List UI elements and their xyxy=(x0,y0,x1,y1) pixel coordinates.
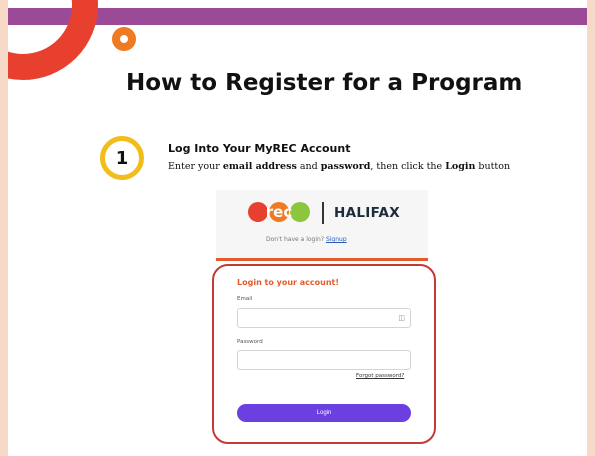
page-title: How to Register for a Program xyxy=(126,70,523,96)
login-heading: Login to your account! xyxy=(237,278,340,287)
forgot-password-link[interactable]: Forgot password? xyxy=(356,373,404,379)
step-description: Enter your email address and password, t… xyxy=(168,161,511,172)
decorative-arc xyxy=(8,0,98,80)
step-title: Log Into Your MyREC Account xyxy=(168,142,351,155)
login-button[interactable]: Login xyxy=(237,404,411,422)
password-label: Password xyxy=(237,339,263,345)
halifax-brand: HALIFAX xyxy=(334,205,401,221)
step-number-badge: 1 xyxy=(100,136,144,180)
rec-logo-icon: rec xyxy=(248,202,310,222)
step-number: 1 xyxy=(115,147,129,169)
email-field[interactable]: ◫ xyxy=(237,308,411,328)
password-field[interactable] xyxy=(237,350,411,370)
logo-divider xyxy=(322,202,324,224)
header-accent-line xyxy=(216,258,428,261)
svg-text:rec: rec xyxy=(266,203,292,221)
decorative-dot xyxy=(112,27,136,51)
email-label: Email xyxy=(237,296,253,302)
contact-card-icon: ◫ xyxy=(398,314,405,322)
document-page: How to Register for a Program 1 Log Into… xyxy=(8,0,587,456)
signup-prompt: Don't have a login? Signup xyxy=(266,236,347,243)
signup-link[interactable]: Signup xyxy=(326,236,347,243)
